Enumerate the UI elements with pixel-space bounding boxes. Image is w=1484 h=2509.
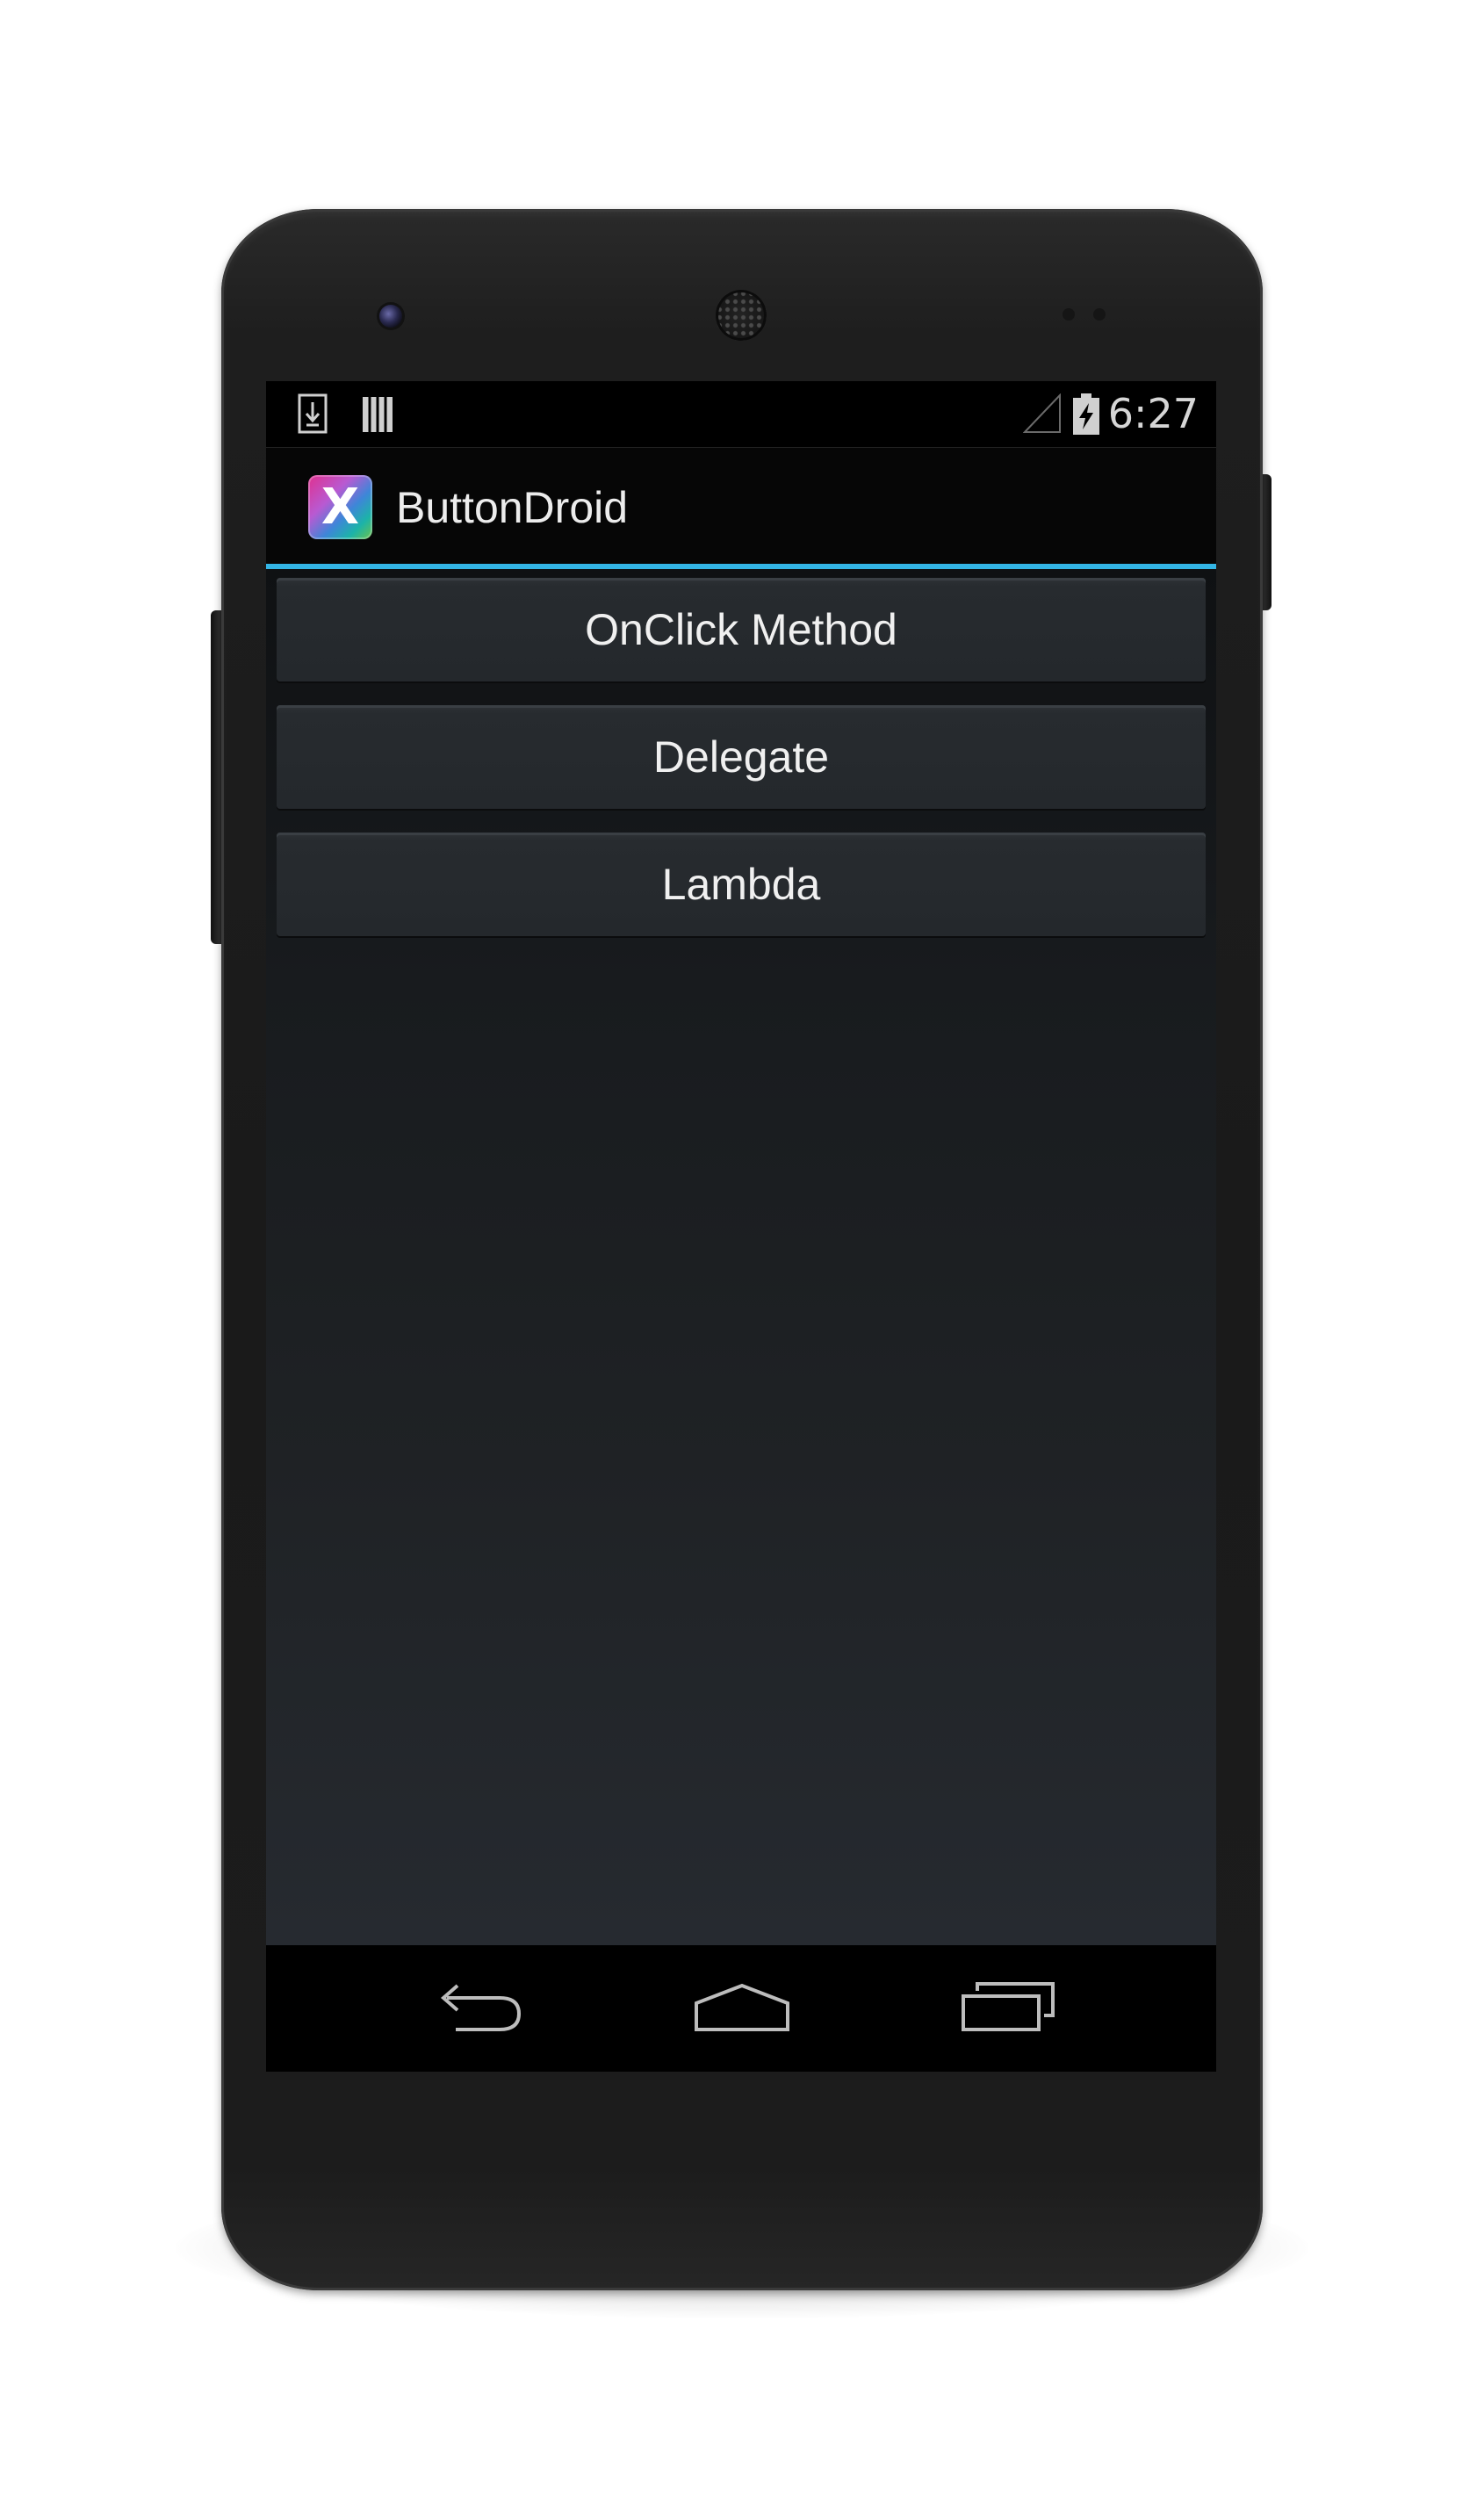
app-title: ButtonDroid xyxy=(396,483,629,532)
navigation-bar xyxy=(266,1945,1216,2072)
battery-charging-icon xyxy=(1072,393,1100,439)
signal-icon xyxy=(1022,393,1062,437)
lambda-button[interactable]: Lambda xyxy=(277,833,1206,936)
proximity-sensor-icon xyxy=(1063,308,1075,321)
download-notification-icon xyxy=(298,393,328,437)
back-icon[interactable] xyxy=(433,1980,524,2038)
storage-notification-icon xyxy=(361,393,394,437)
main-content: OnClick Method Delegate Lambda xyxy=(266,569,1216,1945)
recent-apps-icon[interactable] xyxy=(960,1980,1056,2038)
earpiece-speaker-icon xyxy=(716,290,767,341)
action-bar: X ButtonDroid xyxy=(266,448,1216,564)
light-sensor-icon xyxy=(1093,308,1106,321)
app-icon-letter: X xyxy=(321,479,360,536)
front-camera-icon xyxy=(379,305,402,328)
status-bar: 6:27 xyxy=(266,381,1216,448)
onclick-method-button[interactable]: OnClick Method xyxy=(277,578,1206,681)
status-clock: 6:27 xyxy=(1107,390,1199,437)
home-icon[interactable] xyxy=(693,1980,791,2038)
device-screen: 6:27 X ButtonDroid OnClick Method Delega… xyxy=(266,381,1216,2072)
xamarin-x-icon[interactable]: X xyxy=(308,475,372,539)
delegate-button[interactable]: Delegate xyxy=(277,705,1206,809)
